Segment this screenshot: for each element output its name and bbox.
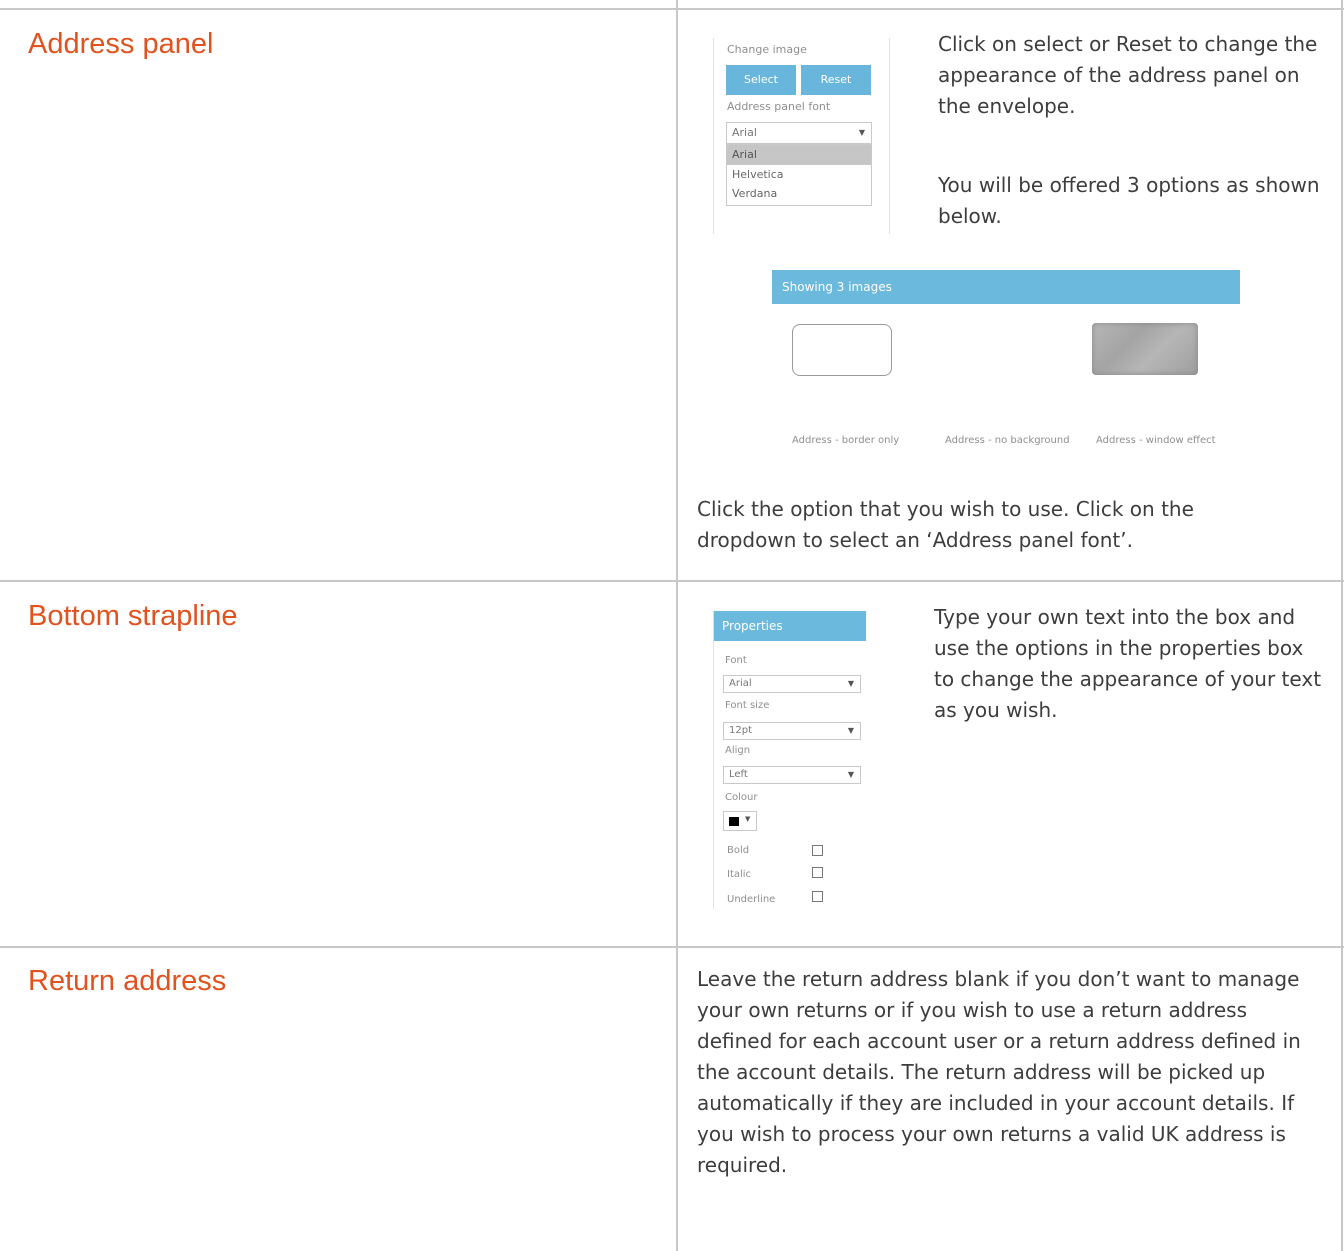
address-panel-instruction-1: Click on select or Reset to change the a… bbox=[938, 32, 1318, 118]
underline-label: Underline bbox=[727, 894, 776, 905]
colour-swatch bbox=[729, 817, 739, 826]
italic-checkbox[interactable] bbox=[812, 867, 823, 878]
address-window-effect-thumbnail[interactable] bbox=[1092, 323, 1198, 375]
chevron-down-icon: ▼ bbox=[847, 770, 854, 779]
column-divider bbox=[676, 0, 678, 1251]
chevron-down-icon: ▼ bbox=[847, 726, 854, 735]
select-button[interactable]: Select bbox=[726, 65, 796, 95]
colour-label: Colour bbox=[725, 792, 758, 803]
showing-images-bar: Showing 3 images bbox=[772, 270, 1240, 304]
widget-left-border bbox=[713, 38, 714, 234]
address-font-label: Address panel font bbox=[727, 100, 831, 113]
reset-button[interactable]: Reset bbox=[801, 65, 871, 95]
align-dropdown[interactable]: Left ▼ bbox=[723, 766, 861, 784]
italic-label: Italic bbox=[727, 869, 752, 880]
colour-picker[interactable]: ▼ bbox=[723, 811, 757, 831]
font-dropdown[interactable]: Arial ▼ bbox=[723, 675, 861, 693]
widget-right-border bbox=[889, 38, 890, 234]
section-title-address-panel: Address panel bbox=[28, 28, 214, 60]
properties-panel-border bbox=[713, 611, 714, 909]
change-image-label: Change image bbox=[727, 43, 807, 56]
address-panel-instruction-2: You will be offered 3 options as shown b… bbox=[938, 173, 1320, 228]
bold-checkbox[interactable] bbox=[812, 845, 823, 856]
chevron-down-icon: ▼ bbox=[847, 679, 854, 688]
address-panel-footer-text: Click the option that you wish to use. C… bbox=[697, 497, 1194, 552]
font-option-helvetica[interactable]: Helvetica bbox=[727, 165, 871, 185]
return-address-instruction: Leave the return address blank if you do… bbox=[697, 967, 1301, 1177]
font-option-arial[interactable]: Arial bbox=[727, 145, 871, 165]
instruction-table: Address panel Change image Select Reset … bbox=[0, 0, 1344, 1251]
address-panel-widget-screenshot: Change image Select Reset Address panel … bbox=[713, 38, 893, 234]
font-option-verdana[interactable]: Verdana bbox=[727, 184, 871, 204]
font-size-dropdown-value: 12pt bbox=[729, 725, 752, 736]
address-font-dropdown[interactable]: Arial ▼ bbox=[726, 122, 872, 144]
align-dropdown-value: Left bbox=[729, 769, 748, 780]
properties-panel-screenshot: Properties Font Arial ▼ Font size 12pt ▼… bbox=[713, 611, 869, 909]
section-title-bottom-strapline: Bottom strapline bbox=[28, 600, 238, 632]
section-title-return-address: Return address bbox=[28, 965, 227, 997]
address-border-only-thumbnail[interactable] bbox=[792, 324, 892, 376]
chevron-down-icon: ▼ bbox=[745, 815, 751, 823]
font-size-label: Font size bbox=[725, 700, 770, 711]
row-divider-1 bbox=[0, 580, 1344, 582]
table-border-right bbox=[1341, 0, 1343, 1251]
address-font-options-list: Arial Helvetica Verdana bbox=[726, 144, 872, 206]
image-options-screenshot: Showing 3 images Address - border only A… bbox=[772, 270, 1242, 460]
bold-label: Bold bbox=[727, 845, 750, 856]
font-dropdown-value: Arial bbox=[729, 678, 752, 689]
address-font-value: Arial bbox=[732, 126, 757, 139]
font-label: Font bbox=[725, 655, 747, 666]
properties-header: Properties bbox=[714, 611, 866, 641]
table-border-top bbox=[0, 8, 1344, 10]
row-divider-2 bbox=[0, 946, 1344, 948]
option-label-window-effect: Address - window effect bbox=[1096, 435, 1216, 446]
font-size-dropdown[interactable]: 12pt ▼ bbox=[723, 722, 861, 740]
underline-checkbox[interactable] bbox=[812, 891, 823, 902]
option-label-no-background: Address - no background bbox=[945, 435, 1070, 446]
bottom-strapline-instruction: Type your own text into the box and use … bbox=[934, 605, 1322, 722]
chevron-down-icon: ▼ bbox=[858, 128, 865, 137]
option-label-border-only: Address - border only bbox=[792, 435, 900, 446]
align-label: Align bbox=[725, 745, 751, 756]
